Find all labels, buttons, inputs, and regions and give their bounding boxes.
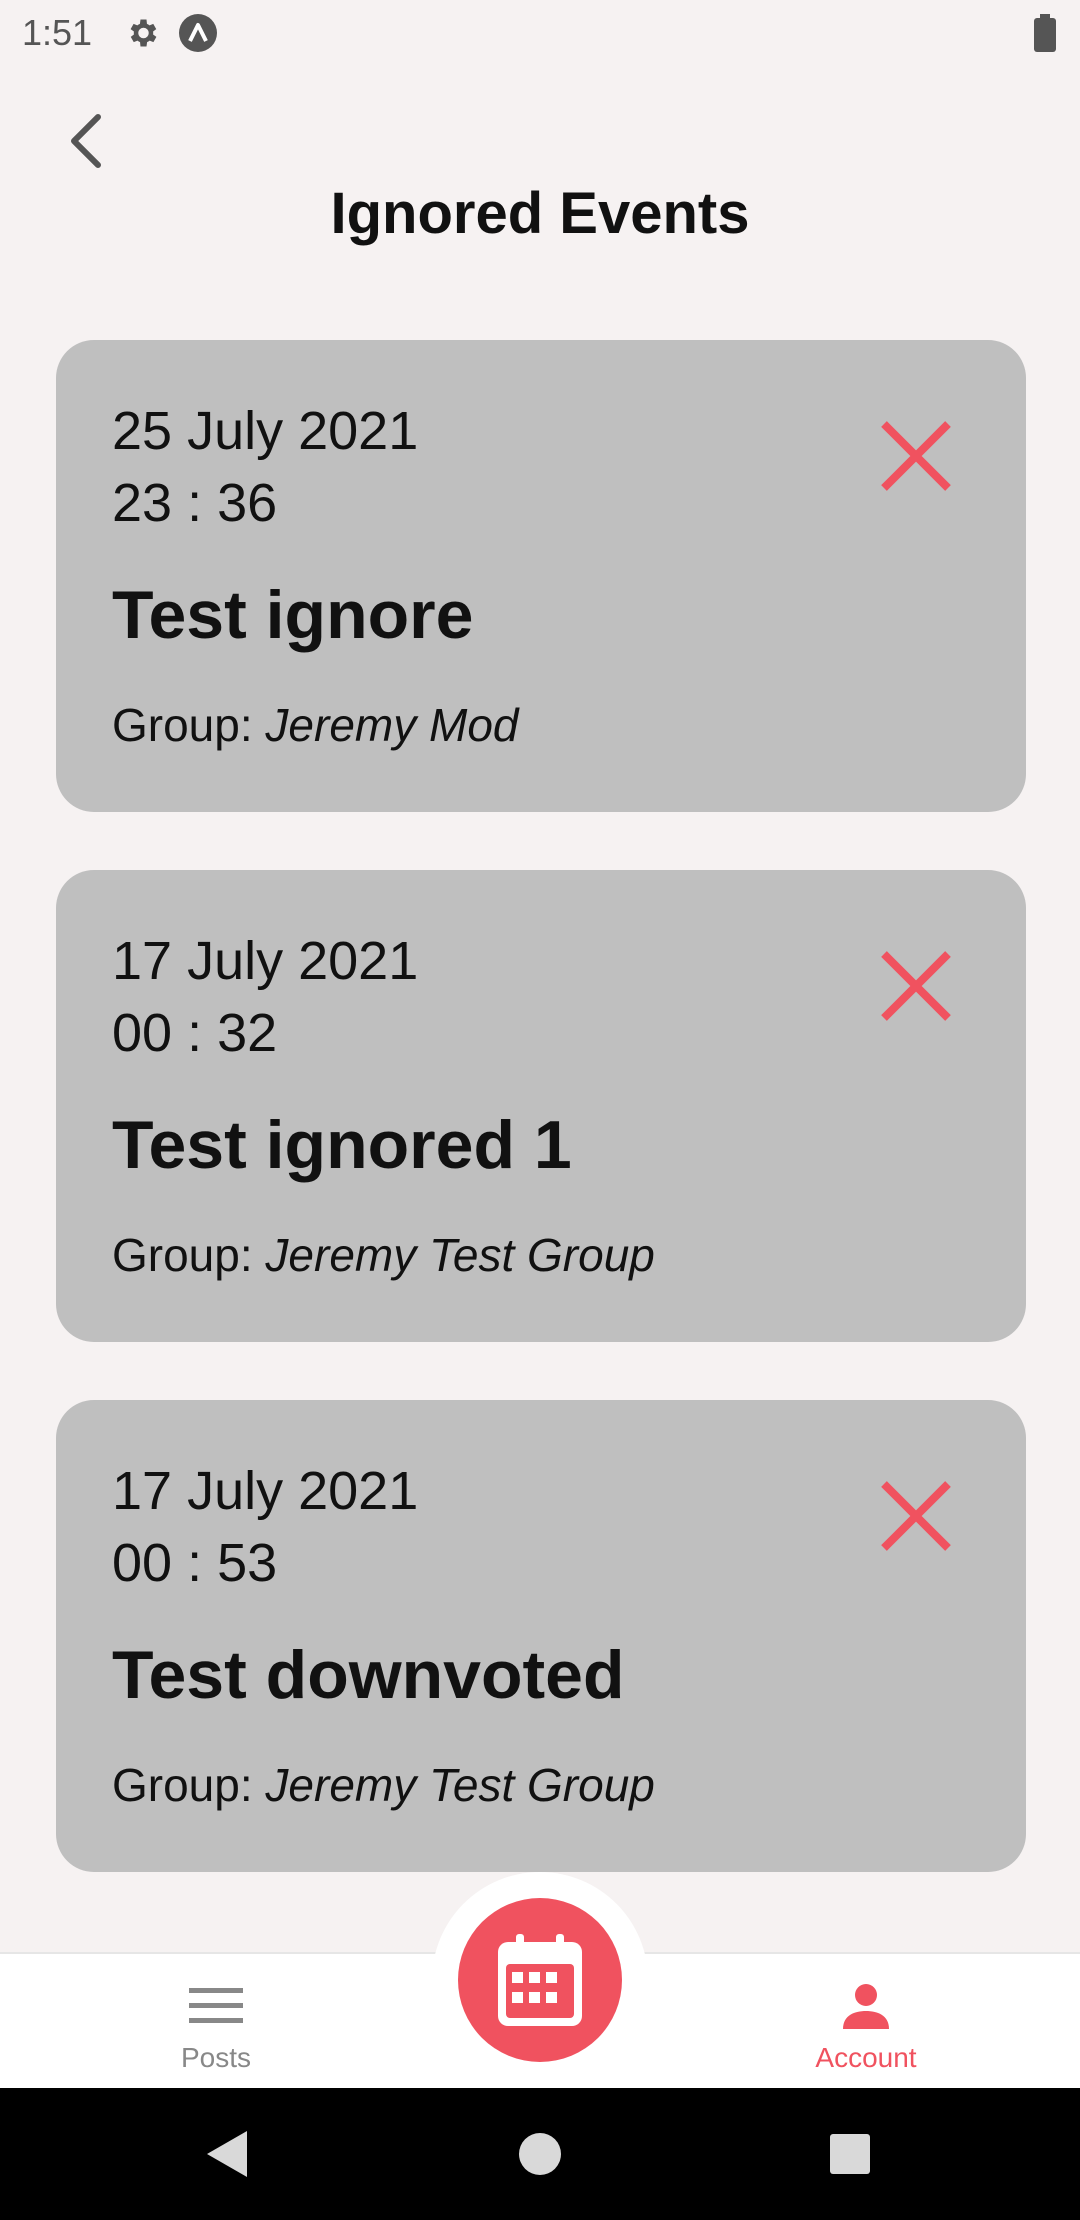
chevron-left-icon: [71, 114, 101, 168]
back-button[interactable]: [56, 106, 116, 176]
event-title: Test downvoted: [112, 1637, 625, 1713]
settings-icon: [122, 13, 162, 53]
system-nav-bar: [0, 2088, 1080, 2220]
event-date: 17 July 2021: [112, 931, 419, 991]
event-time: 00 : 32: [112, 1003, 278, 1063]
triangle-back-icon: [207, 2131, 247, 2177]
event-title: Test ignore: [112, 577, 474, 653]
close-icon: [881, 951, 951, 1021]
nav-label-account: Account: [815, 2042, 917, 2073]
unignore-button[interactable]: [878, 948, 954, 1024]
group-name: Jeremy Test Group: [265, 1229, 655, 1281]
circle-home-icon: [519, 2133, 561, 2175]
nav-item-posts[interactable]: Posts: [96, 1954, 336, 2090]
calendar-icon: [498, 1934, 582, 2026]
event-card: 17 July 2021 00 : 32 Test ignored 1 Grou…: [56, 870, 1026, 1342]
status-time: 1:51: [22, 12, 93, 53]
event-group: Group: Jeremy Test Group: [112, 1228, 655, 1282]
system-back-button[interactable]: [196, 2124, 256, 2184]
person-icon: [841, 1976, 891, 2036]
group-prefix: Group:: [112, 1759, 266, 1811]
close-icon: [881, 1481, 951, 1551]
event-title: Test ignored 1: [112, 1107, 572, 1183]
event-card: 25 July 2021 23 : 36 Test ignore Group: …: [56, 340, 1026, 812]
close-icon: [881, 421, 951, 491]
app-notification-icon: [178, 13, 218, 53]
status-bar: 1:51: [0, 0, 1080, 66]
square-recents-icon: [830, 2134, 870, 2174]
event-card: 17 July 2021 00 : 53 Test downvoted Grou…: [56, 1400, 1026, 1872]
nav-label-posts: Posts: [180, 2042, 252, 2073]
group-prefix: Group:: [112, 699, 266, 751]
calendar-fab-button[interactable]: [458, 1898, 622, 2062]
nav-item-account[interactable]: Account: [746, 1954, 986, 2090]
event-date: 25 July 2021: [112, 401, 419, 461]
unignore-button[interactable]: [878, 1478, 954, 1554]
group-prefix: Group:: [112, 1229, 266, 1281]
event-group: Group: Jeremy Mod: [112, 698, 519, 752]
event-time: 23 : 36: [112, 473, 278, 533]
group-name: Jeremy Mod: [265, 699, 519, 751]
event-group: Group: Jeremy Test Group: [112, 1758, 655, 1812]
system-home-button[interactable]: [510, 2124, 570, 2184]
system-recents-button[interactable]: [820, 2124, 880, 2184]
menu-icon: [189, 1976, 243, 2036]
event-time: 00 : 53: [112, 1533, 278, 1593]
unignore-button[interactable]: [878, 418, 954, 494]
group-name: Jeremy Test Group: [265, 1759, 655, 1811]
page-title: Ignored Events: [330, 181, 750, 246]
event-date: 17 July 2021: [112, 1461, 419, 1521]
battery-icon: [1032, 14, 1058, 57]
